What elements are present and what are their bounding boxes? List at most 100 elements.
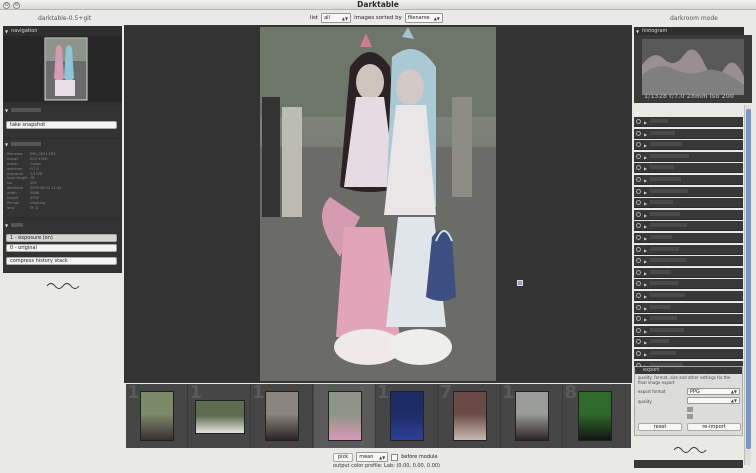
power-icon[interactable]: [636, 153, 641, 159]
power-icon[interactable]: [636, 119, 641, 124]
power-icon[interactable]: [636, 188, 641, 194]
module-row[interactable]: ▶: [634, 337, 743, 348]
main-image[interactable]: [260, 27, 496, 381]
expand-icon: ▼: [636, 28, 640, 34]
module-row[interactable]: ▶: [634, 244, 743, 255]
filmstrip-cell[interactable]: 7: [439, 384, 501, 448]
format-label: export format: [638, 389, 666, 394]
power-icon[interactable]: [636, 142, 641, 148]
reimport-button[interactable]: re-import: [687, 423, 741, 431]
histogram-header[interactable]: ▼ histogram: [634, 27, 744, 35]
filmstrip-cell[interactable]: 5: [313, 384, 376, 448]
power-icon[interactable]: [636, 316, 641, 322]
sort-combo[interactable]: filename ▲▼: [404, 13, 443, 23]
expand-icon: ▶: [644, 120, 648, 125]
power-icon[interactable]: [636, 223, 641, 229]
module-row[interactable]: ▶: [634, 314, 743, 325]
metadata-header[interactable]: ▼ metadata: [3, 140, 122, 148]
filmstrip-cell[interactable]: 1: [251, 384, 313, 448]
power-icon[interactable]: [636, 211, 641, 217]
power-icon[interactable]: [636, 177, 641, 182]
power-icon[interactable]: [636, 293, 641, 298]
module-row[interactable]: ▶: [634, 256, 743, 267]
power-icon[interactable]: [636, 304, 641, 310]
power-icon[interactable]: [636, 235, 641, 240]
module-row[interactable]: ▶: [634, 151, 743, 162]
expand-icon: ▶: [644, 352, 648, 357]
option-checkbox[interactable]: [687, 414, 693, 419]
snapshots-header[interactable]: ▼ snapshots: [3, 106, 122, 114]
power-icon[interactable]: [636, 351, 641, 356]
expand-icon: ▶: [644, 166, 648, 172]
filmstrip-cell[interactable]: 1: [189, 384, 251, 448]
module-row[interactable]: ▶: [634, 221, 743, 232]
power-icon[interactable]: [636, 246, 641, 252]
module-row[interactable]: ▶: [634, 198, 743, 209]
filmstrip-cell[interactable]: 1: [376, 384, 438, 448]
power-icon[interactable]: [636, 281, 641, 287]
module-row[interactable]: ▶: [634, 186, 743, 197]
quality-combo[interactable]: ▲▼: [687, 397, 740, 404]
module-row[interactable]: ▶: [634, 325, 743, 336]
histogram-panel[interactable]: 1/1328 f/7.0 28mm iso 200: [634, 35, 752, 103]
expand-icon: ▶: [644, 131, 648, 137]
history-label: history: [11, 223, 24, 227]
module-row[interactable]: ▶: [634, 209, 743, 220]
module-row[interactable]: ▶: [634, 291, 743, 301]
filmstrip-thumbnail[interactable]: [140, 391, 174, 441]
quality-label: quality: [638, 399, 652, 404]
filmstrip-thumbnail[interactable]: [515, 391, 549, 441]
filmstrip-cell[interactable]: 1: [501, 384, 563, 448]
power-icon[interactable]: [636, 339, 641, 345]
filmstrip-cell[interactable]: 8: [564, 384, 626, 448]
filmstrip-thumbnail[interactable]: [265, 391, 299, 441]
compress-history-button[interactable]: compress history stack: [6, 257, 117, 265]
power-icon[interactable]: [636, 200, 641, 206]
filmstrip-thumbnail[interactable]: [194, 400, 245, 434]
export-header[interactable]: export: [635, 367, 742, 374]
history-item-0[interactable]: 0 - original: [6, 244, 117, 252]
format-combo[interactable]: PPG ▲▼: [687, 388, 740, 395]
app-version-label: darktable-0.5+git: [38, 15, 92, 22]
module-row[interactable]: ▶: [634, 128, 743, 139]
pick-button[interactable]: pick: [333, 452, 354, 462]
sort-label: images sorted by: [354, 15, 402, 21]
module-row[interactable]: ▶: [634, 279, 743, 290]
module-row[interactable]: ▶: [634, 117, 743, 127]
module-row[interactable]: ▶: [634, 233, 743, 243]
module-row[interactable]: ▶: [634, 140, 743, 151]
filmstrip-thumbnail[interactable]: [327, 391, 362, 441]
chevron-icon: ▲▼: [433, 15, 440, 21]
module-row[interactable]: ▶: [634, 302, 743, 313]
right-scrollbar[interactable]: [744, 105, 751, 465]
power-icon[interactable]: [636, 130, 641, 136]
power-icon[interactable]: [636, 165, 641, 171]
scrollbar-thumb[interactable]: [746, 109, 751, 449]
pick-mode-combo[interactable]: mean ▲▼: [356, 452, 389, 462]
history-header[interactable]: ▼ history: [3, 221, 122, 229]
navigation-header[interactable]: ▼ navigation: [3, 27, 122, 35]
navigation-preview[interactable]: [3, 36, 122, 102]
filmstrip-thumbnail[interactable]: [390, 391, 424, 441]
module-row[interactable]: ▶: [634, 267, 743, 278]
list-combo[interactable]: all ▲▼: [321, 13, 352, 23]
filmstrip-cell[interactable]: 1: [126, 384, 188, 448]
module-label-placeholder: [650, 177, 681, 181]
module-row[interactable]: ▶: [634, 349, 743, 359]
history-item-1[interactable]: 1 - exposure (on): [6, 234, 117, 242]
snapshots-label: snapshots: [11, 108, 42, 112]
filmstrip-thumbnail[interactable]: [577, 391, 612, 441]
option-checkbox[interactable]: [687, 407, 693, 412]
filmstrip-thumbnail[interactable]: [452, 391, 487, 441]
before-module-checkbox[interactable]: [391, 453, 399, 461]
bottom-module-row[interactable]: [634, 460, 743, 468]
histogram-label: histogram: [642, 28, 668, 34]
power-icon[interactable]: [636, 327, 641, 333]
reset-button[interactable]: reset: [638, 423, 682, 431]
power-icon[interactable]: [636, 269, 641, 275]
power-icon[interactable]: [636, 258, 641, 264]
expand-icon: ▶: [644, 247, 648, 253]
module-row[interactable]: ▶: [634, 175, 743, 185]
take-snapshot-button[interactable]: take snapshot: [6, 121, 117, 129]
module-row[interactable]: ▶: [634, 163, 743, 174]
